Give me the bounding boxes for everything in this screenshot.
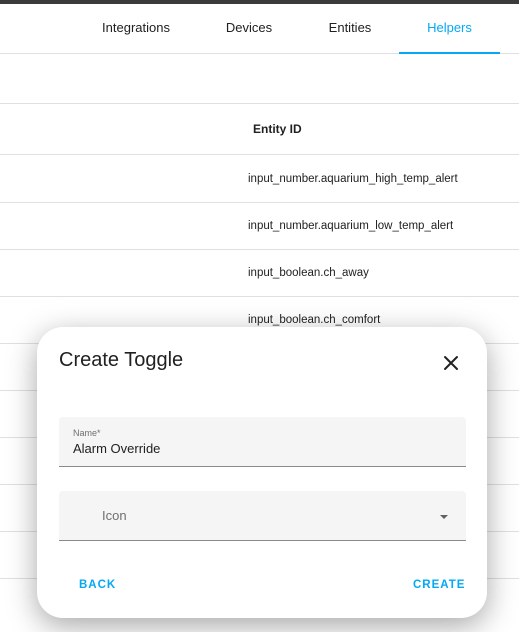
name-input[interactable] xyxy=(73,441,453,456)
dialog-title: Create Toggle xyxy=(59,349,184,371)
close-icon xyxy=(444,356,458,370)
name-field[interactable]: Name* xyxy=(59,417,466,467)
chevron-down-icon[interactable] xyxy=(437,512,451,522)
close-button[interactable] xyxy=(437,349,465,377)
name-field-label: Name* xyxy=(73,428,101,438)
create-button[interactable]: CREATE xyxy=(413,579,465,591)
create-toggle-dialog: Create Toggle Name* Icon BACK CREATE xyxy=(37,327,487,618)
back-button[interactable]: BACK xyxy=(79,579,116,591)
icon-picker-label: Icon xyxy=(102,508,127,523)
icon-picker[interactable]: Icon xyxy=(59,491,466,541)
